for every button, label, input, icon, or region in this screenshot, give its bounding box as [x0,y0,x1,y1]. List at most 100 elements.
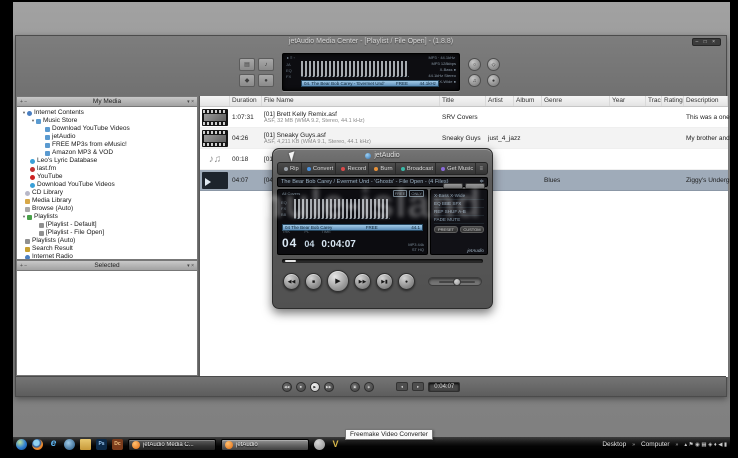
play-button[interactable]: ▶ [327,270,349,292]
col-thumb[interactable] [200,96,230,106]
device-central-icon[interactable]: Dc [112,439,123,450]
selected-header[interactable]: + − Selected ▾ × [16,260,198,271]
stop-button[interactable]: ■ [305,273,322,290]
desktop: jetAudio Media Center - [Playlist / File… [13,2,730,452]
tree-item-playlist-file-open[interactable]: [Playlist - File Open] [17,229,197,237]
tree-item-youtube[interactable]: YouTube [17,173,197,181]
col-duration[interactable]: Duration [230,96,262,106]
panel-tab[interactable] [443,183,463,189]
taskbar-button-jetaudio[interactable]: jetAudio [221,439,309,451]
broadcast-button[interactable]: Broadcast [399,163,436,174]
tree-item-free-mp3[interactable]: FREE MP3s from eMusic! [17,141,197,149]
ie-icon[interactable]: e [48,439,59,450]
effect-row[interactable]: EQ BBE SFX [434,200,484,208]
window-controls[interactable]: – □ × [692,38,722,46]
chevron-icon[interactable]: » [676,442,679,448]
tree-item-download-youtube[interactable]: Download YouTube Videos [17,125,197,133]
play-button[interactable]: ▶ [310,382,320,392]
tree-item-download-youtube-2[interactable]: Download YouTube Videos [17,181,197,189]
col-artist[interactable]: Artist [486,96,514,106]
col-title[interactable]: Title [440,96,486,106]
edit-button[interactable]: ◆ [239,74,255,87]
tree-item-internet-radio[interactable]: Internet Radio [17,253,197,260]
burn-button[interactable]: Burn [372,163,395,174]
preset-button[interactable]: PRESET [434,226,458,233]
tree-item-amazon-mp3[interactable]: Amazon MP3 & VOD [17,149,197,157]
v-app-icon[interactable]: V [330,439,341,450]
repeat-button[interactable]: ▣ [350,382,360,392]
music-button[interactable]: ♪ [258,58,274,71]
col-track[interactable]: Track [646,96,662,106]
computer-toolbar[interactable]: Computer [641,441,670,448]
col-description[interactable]: Description [684,96,728,106]
effect-row[interactable]: REP SHUF A-B [434,208,484,216]
seek-bar[interactable] [282,259,483,263]
my-media-header[interactable]: + − My Media ▾ × [16,96,198,107]
mode-button[interactable]: ◇ [487,58,500,71]
get-music-button[interactable]: Get Music [439,163,476,174]
panel-close-icon[interactable]: ▾ × [187,261,194,271]
tree-item-cd-library[interactable]: CD Library [17,189,197,197]
custom-button[interactable]: CUSTOM [460,226,484,233]
prev-button[interactable]: ◀◀ [282,382,292,392]
panel-add-icon[interactable]: + − [20,97,27,107]
col-file-name[interactable]: File Name [262,96,440,106]
effect-row[interactable]: FADE MUTE [434,216,484,224]
next-button[interactable]: ▶▶ [324,382,334,392]
volume-knob[interactable] [453,278,461,286]
shuffle-button[interactable]: ◈ [364,382,374,392]
tree-item-playlists[interactable]: ▾Playlists [17,213,197,221]
tree-item-media-library[interactable]: Media Library [17,197,197,205]
tree-item-jetaudio[interactable]: jetAudio [17,133,197,141]
playlist-button[interactable]: ♫ [468,74,481,87]
col-rating[interactable]: Rating [662,96,684,106]
firefox-icon[interactable] [32,439,43,450]
stop-button[interactable]: ■ [296,382,306,392]
system-tray-icons[interactable]: ▴ ⚑ ◉ ▦ ◈ ♦ ◀ ▮ [684,442,727,448]
eject-button[interactable]: ● [398,273,415,290]
col-genre[interactable]: Genre [542,96,610,106]
chevron-icon[interactable]: » [632,442,635,448]
col-year[interactable]: Year [610,96,646,106]
tree-item-music-store[interactable]: ▾Music Store [17,117,197,125]
next-button[interactable]: ▶▶ [354,273,371,290]
explorer-icon[interactable] [80,439,91,450]
panel-add-icon[interactable]: + − [20,261,27,271]
seek-position[interactable] [285,260,296,262]
tree-item-playlist-default[interactable]: [Playlist - Default] [17,221,197,229]
tree-item-lastfm[interactable]: last.fm [17,165,197,173]
player-titlebar[interactable]: jetAudio [273,149,492,162]
rip-button[interactable]: Rip [282,163,302,174]
tree-item-internet-contents[interactable]: ▾Internet Contents [17,109,197,117]
table-row[interactable]: 1:07:31 [01] Brett Kelly Remix.asfASF, 3… [200,107,728,128]
convert-button[interactable]: Convert [305,163,336,174]
jetaudio-player-window[interactable]: jetAudio Rip Convert Record Burn Broadca… [272,148,493,309]
tree-item-browse-auto[interactable]: Browse (Auto) [17,205,197,213]
col-album[interactable]: Album [514,96,542,106]
table-row[interactable]: 04:26 [01] Sneaky Guys.asfASF, 4,211 KB … [200,128,728,149]
thunderbird-icon[interactable] [64,439,75,450]
selected-panel-area [16,271,198,376]
panel-close-icon[interactable]: ▾ × [187,97,194,107]
skip-button[interactable]: ▶▮ [376,273,393,290]
record-button[interactable]: Record [339,163,369,174]
seek-back-button[interactable]: ◂ [396,382,408,391]
toolbar-menu-icon[interactable]: ≡ [479,166,483,172]
seek-forward-button[interactable]: ▸ [412,382,424,391]
photoshop-icon[interactable]: Ps [96,439,107,450]
desktop-toolbar[interactable]: Desktop [602,441,626,448]
effect-row[interactable]: X-Bass X-Wide [434,192,484,200]
tree-item-lyric-database[interactable]: Leo's Lyric Database [17,157,197,165]
prev-button[interactable]: ◀◀ [283,273,300,290]
power-button[interactable]: ○ [468,58,481,71]
taskbar-button-jetaudio-media-center[interactable]: jetAudio Media C... [128,439,216,451]
library-button[interactable]: ▤ [239,58,255,71]
panel-tab[interactable] [465,183,485,189]
tree-item-playlists-auto[interactable]: Playlists (Auto) [17,237,197,245]
disc-button[interactable]: ● [258,74,274,87]
tree-item-search-result[interactable]: Search Result [17,245,197,253]
settings-button[interactable]: ● [487,74,500,87]
start-button[interactable] [16,439,27,450]
app-icon[interactable] [314,439,325,450]
volume-slider[interactable] [428,277,482,286]
